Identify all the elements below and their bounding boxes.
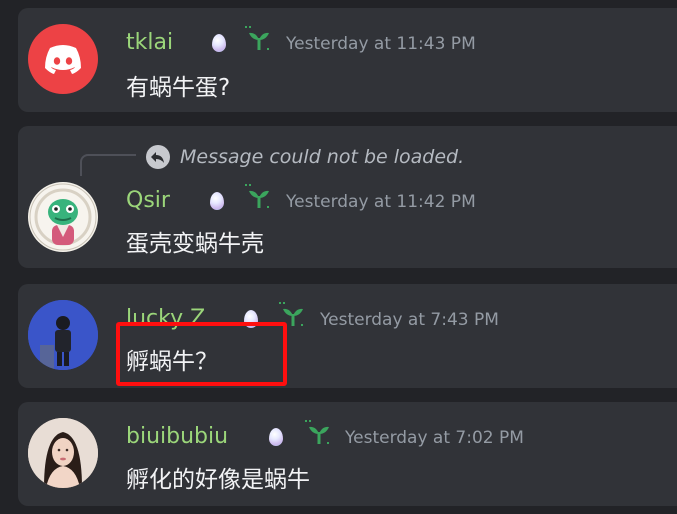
chameleon-avatar <box>29 183 97 251</box>
author-name[interactable]: tklai <box>126 30 173 55</box>
timestamp: Yesterday at 11:43 PM <box>286 34 476 54</box>
discord-logo-icon <box>45 45 81 74</box>
reply-connector <box>80 154 136 176</box>
reply-arrow-icon <box>146 145 170 169</box>
red-highlight-box <box>116 322 287 386</box>
reply-preview[interactable]: Message could not be loaded. <box>180 146 464 168</box>
chat-log: tklai Yesterday at 11:43 PM 有蜗牛蛋? Messag… <box>0 0 677 514</box>
timestamp: Yesterday at 7:43 PM <box>320 310 499 330</box>
avatar[interactable] <box>28 418 98 488</box>
author-name[interactable]: biuibubiu <box>126 424 228 449</box>
egg-badge-icon <box>210 192 224 210</box>
author-name[interactable]: Qsir <box>126 188 170 213</box>
message-card <box>18 402 677 506</box>
timestamp: Yesterday at 7:02 PM <box>345 428 524 448</box>
egg-badge-icon <box>269 428 283 446</box>
egg-badge-icon <box>212 34 226 52</box>
timestamp: Yesterday at 11:42 PM <box>286 192 476 212</box>
avatar[interactable] <box>28 182 98 252</box>
photo-avatar <box>28 418 98 488</box>
message-text: 有蜗牛蛋? <box>126 75 231 101</box>
sprout-badge-icon <box>305 420 329 444</box>
avatar[interactable] <box>28 300 98 370</box>
message-card <box>18 8 677 112</box>
message-text: 孵化的好像是蜗牛 <box>126 467 310 493</box>
sprout-badge-icon <box>245 26 269 50</box>
avatar[interactable] <box>28 24 98 94</box>
message-text: 蛋壳变蜗牛壳 <box>126 231 264 257</box>
person-avatar <box>28 300 98 370</box>
sprout-badge-icon <box>245 184 269 208</box>
